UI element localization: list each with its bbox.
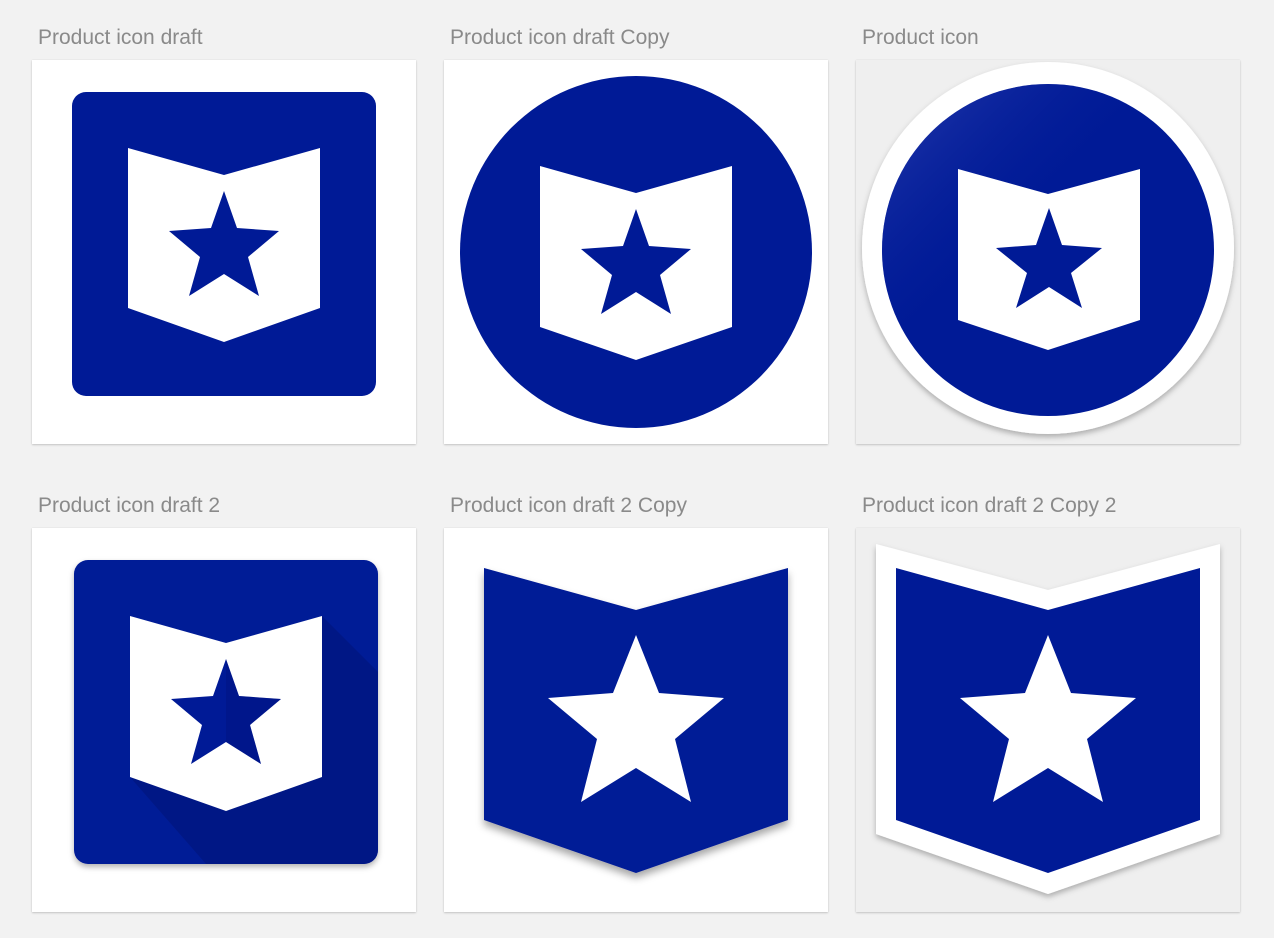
circle-ring-badge-star-icon [856,60,1240,444]
artboard-product-icon-draft-copy[interactable] [444,60,828,444]
circle-badge-star-icon [444,60,828,444]
artboard-product-icon[interactable] [856,60,1240,444]
square-badge-star-icon [32,60,416,444]
artboard-title-product-icon-draft-copy[interactable]: Product icon draft Copy [450,26,669,50]
artboard-product-icon-draft-2-copy[interactable] [444,528,828,912]
blue-shield-star-icon [444,528,828,912]
artboard-title-product-icon-draft-2[interactable]: Product icon draft 2 [38,494,220,518]
artboard-title-product-icon[interactable]: Product icon [862,26,979,50]
artboard-product-icon-draft-2[interactable] [32,528,416,912]
square-longshadow-badge-star-icon [32,528,416,912]
artboard-title-product-icon-draft-2-copy-2[interactable]: Product icon draft 2 Copy 2 [862,494,1116,518]
artboard-title-product-icon-draft-2-copy[interactable]: Product icon draft 2 Copy [450,494,687,518]
artboard-product-icon-draft-2-copy-2[interactable] [856,528,1240,912]
outlined-shield-star-icon [856,528,1240,912]
artboard-title-product-icon-draft[interactable]: Product icon draft [38,26,203,50]
artboard-product-icon-draft[interactable] [32,60,416,444]
